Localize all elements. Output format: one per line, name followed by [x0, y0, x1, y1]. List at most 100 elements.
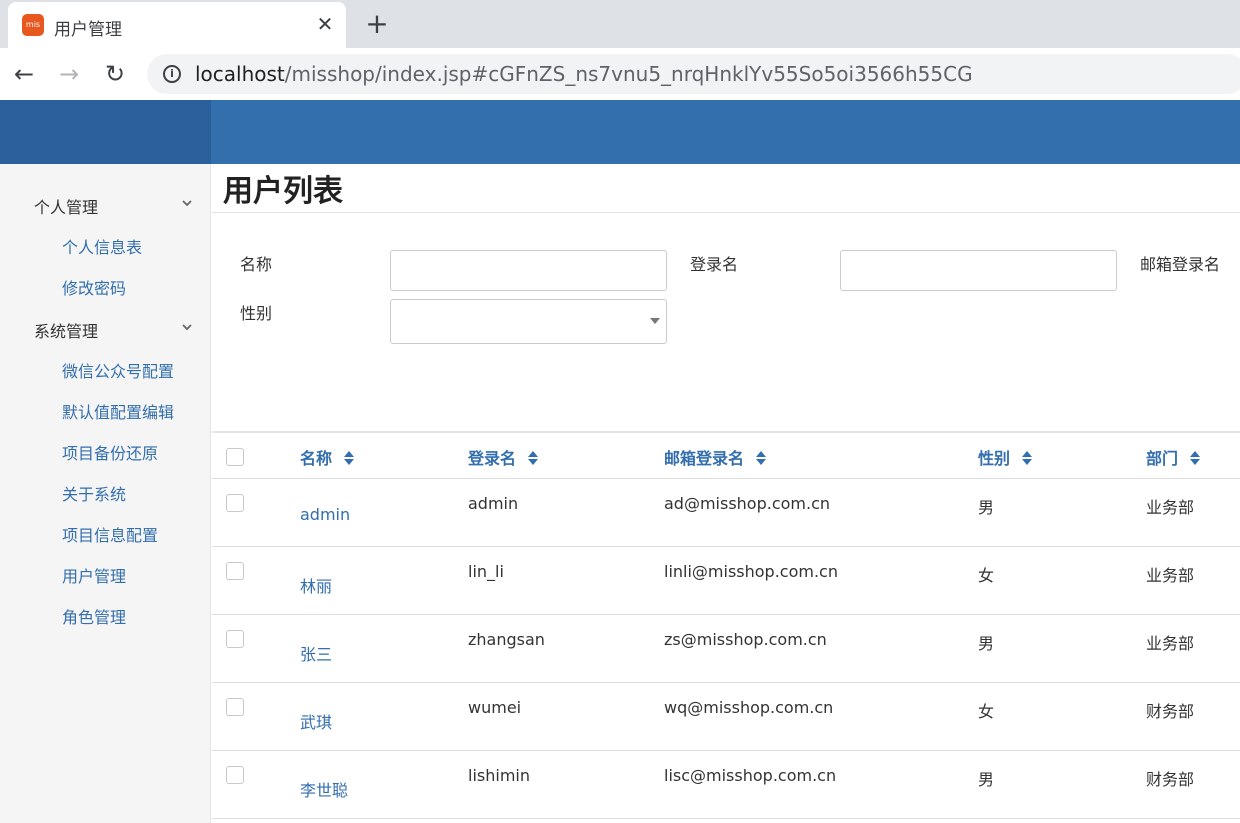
column-header-dept[interactable]: 部门: [1146, 445, 1201, 469]
user-name-link[interactable]: 武琪: [300, 709, 332, 733]
row-checkbox[interactable]: [226, 698, 244, 716]
forward-arrow-icon[interactable]: →: [55, 60, 83, 88]
sidebar-item-label: 角色管理: [62, 608, 127, 627]
sort-icon: [344, 450, 355, 465]
caret-down-icon: [650, 318, 660, 324]
name-filter-input[interactable]: [390, 250, 667, 291]
sort-icon: [1190, 450, 1201, 465]
sidebar-item-label: 默认值配置编辑: [62, 403, 175, 422]
sidebar-group-personal[interactable]: 个人管理: [0, 186, 211, 222]
row-checkbox[interactable]: [226, 766, 244, 784]
cell-dept: 财务部: [1146, 702, 1195, 721]
sort-icon: [528, 450, 539, 465]
user-name-link[interactable]: 林丽: [300, 573, 332, 597]
column-header-email[interactable]: 邮箱登录名: [664, 445, 767, 469]
cell-gender: 女: [978, 566, 995, 585]
table-row: 林丽 lin_li linli@misshop.com.cn 女 业务部: [212, 547, 1240, 615]
cell-gender: 女: [978, 702, 995, 721]
sidebar-item-roles[interactable]: 角色管理: [0, 598, 211, 632]
gender-filter-label: 性别: [240, 304, 273, 323]
page-title: 用户列表: [223, 174, 343, 209]
table-row: 武琪 wumei wq@misshop.com.cn 女 财务部: [212, 683, 1240, 751]
cell-login: lishimin: [468, 766, 530, 785]
login-filter-input[interactable]: [840, 250, 1117, 291]
row-checkbox[interactable]: [226, 562, 244, 580]
cell-gender: 男: [978, 498, 995, 517]
sidebar-item-label: 用户管理: [62, 567, 127, 586]
table-row: 张三 zhangsan zs@misshop.com.cn 男 业务部: [212, 615, 1240, 683]
address-bar[interactable]: i localhost/misshop/index.jsp#cGFnZS_ns7…: [147, 54, 1240, 94]
sidebar-item-users[interactable]: 用户管理: [0, 557, 211, 591]
cell-dept: 业务部: [1146, 566, 1195, 585]
new-tab-icon[interactable]: +: [362, 9, 392, 39]
row-checkbox[interactable]: [226, 630, 244, 648]
column-header-label: 登录名: [468, 449, 517, 468]
column-header-label: 性别: [978, 449, 1011, 468]
sidebar-group-label: 个人管理: [34, 198, 99, 217]
browser-tab-strip: mis 用户管理 ✕ +: [0, 0, 1240, 48]
sidebar-item-profile[interactable]: 个人信息表: [0, 228, 211, 262]
sidebar-group-system[interactable]: 系统管理: [0, 310, 211, 346]
login-filter-label: 登录名: [690, 255, 739, 274]
sidebar-item-label: 关于系统: [62, 485, 127, 504]
sidebar-item-change-password[interactable]: 修改密码: [0, 269, 211, 303]
cell-dept: 财务部: [1146, 770, 1195, 789]
url-path: /misshop/index.jsp#cGFnZS_ns7vnu5_nrqHnk…: [284, 62, 973, 86]
select-all-checkbox[interactable]: [226, 448, 244, 466]
app-header: [0, 100, 1240, 164]
reload-icon[interactable]: ↻: [101, 60, 129, 88]
close-tab-icon[interactable]: ✕: [312, 11, 338, 37]
column-header-label: 部门: [1146, 449, 1179, 468]
sort-icon: [756, 450, 767, 465]
app-favicon-icon: mis: [22, 14, 44, 36]
header-logo-area: [0, 100, 211, 164]
user-name-link[interactable]: 张三: [300, 641, 332, 665]
row-checkbox[interactable]: [226, 494, 244, 512]
sidebar: 个人管理 个人信息表 修改密码 系统管理 微信公众号配置 默认值配置编辑 项目备…: [0, 164, 211, 823]
sidebar-item-backup-restore[interactable]: 项目备份还原: [0, 434, 211, 468]
chevron-down-icon: [182, 324, 192, 331]
back-arrow-icon[interactable]: ←: [10, 60, 38, 88]
cell-gender: 男: [978, 634, 995, 653]
sidebar-item-about[interactable]: 关于系统: [0, 475, 211, 509]
column-header-gender[interactable]: 性别: [978, 445, 1033, 469]
cell-email: zs@misshop.com.cn: [664, 630, 827, 649]
sidebar-item-label: 个人信息表: [62, 238, 143, 257]
browser-toolbar: ← → ↻ i localhost/misshop/index.jsp#cGFn…: [0, 48, 1240, 100]
url-text[interactable]: localhost/misshop/index.jsp#cGFnZS_ns7vn…: [195, 62, 973, 86]
user-name-link[interactable]: admin: [300, 505, 350, 524]
chevron-down-icon: [182, 200, 192, 207]
name-filter-label: 名称: [240, 255, 273, 274]
cell-email: linli@misshop.com.cn: [664, 562, 838, 581]
sidebar-item-project-info[interactable]: 项目信息配置: [0, 516, 211, 550]
column-header-login[interactable]: 登录名: [468, 445, 539, 469]
cell-login: wumei: [468, 698, 522, 717]
sidebar-item-label: 项目信息配置: [62, 526, 159, 545]
table-row: admin admin ad@misshop.com.cn 男 业务部: [212, 479, 1240, 547]
site-info-icon[interactable]: i: [163, 65, 181, 83]
main-content: 用户列表 名称 登录名 邮箱登录名 性别 名称 登录名 邮箱登录名 性别 部门 …: [212, 164, 1240, 823]
column-header-label: 名称: [300, 449, 333, 468]
gender-filter-select[interactable]: [390, 299, 667, 344]
user-name-link[interactable]: 李世聪: [300, 777, 348, 801]
sidebar-item-label: 微信公众号配置: [62, 362, 175, 381]
column-header-name[interactable]: 名称: [300, 445, 355, 469]
sidebar-item-default-values[interactable]: 默认值配置编辑: [0, 393, 211, 427]
cell-gender: 男: [978, 770, 995, 789]
sidebar-item-wechat-config[interactable]: 微信公众号配置: [0, 352, 211, 386]
cell-email: lisc@misshop.com.cn: [664, 766, 837, 785]
email-filter-label: 邮箱登录名: [1140, 255, 1221, 274]
cell-login: zhangsan: [468, 630, 545, 649]
sidebar-group-label: 系统管理: [34, 322, 99, 341]
cell-email: ad@misshop.com.cn: [664, 494, 831, 513]
table-header: 名称 登录名 邮箱登录名 性别 部门: [212, 433, 1240, 479]
tab-title: 用户管理: [54, 20, 122, 40]
browser-tab[interactable]: mis 用户管理 ✕: [8, 2, 346, 48]
cell-login: lin_li: [468, 562, 504, 581]
title-divider: [212, 212, 1240, 213]
url-host: localhost: [195, 62, 285, 86]
table-row: 李世聪 lishimin lisc@misshop.com.cn 男 财务部: [212, 751, 1240, 819]
cell-dept: 业务部: [1146, 634, 1195, 653]
sidebar-item-label: 修改密码: [62, 279, 127, 298]
sidebar-item-label: 项目备份还原: [62, 444, 159, 463]
